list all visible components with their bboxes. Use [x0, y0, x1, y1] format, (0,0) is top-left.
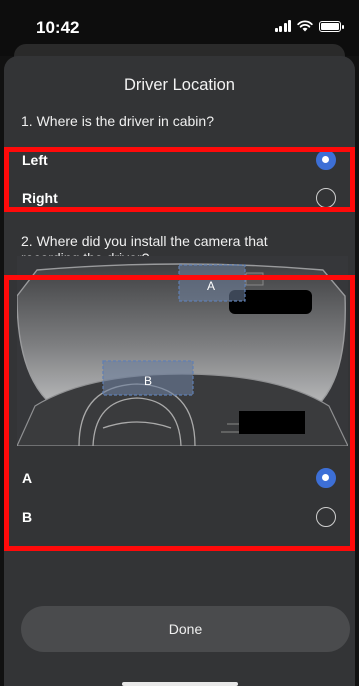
- status-time: 10:42: [36, 18, 80, 37]
- battery-icon: [319, 20, 344, 32]
- wifi-icon: [297, 20, 313, 32]
- done-button[interactable]: Done: [21, 606, 350, 652]
- home-indicator: [122, 682, 238, 686]
- status-icons: [274, 20, 344, 32]
- highlight-driver-side: [4, 147, 355, 212]
- driver-location-sheet: Driver Location 1. Where is the driver i…: [4, 56, 355, 686]
- signal-icon: [274, 20, 291, 32]
- highlight-camera-position: [4, 275, 355, 551]
- question-1-text: 1. Where is the driver in cabin?: [21, 113, 214, 129]
- sheet-title: Driver Location: [124, 76, 235, 94]
